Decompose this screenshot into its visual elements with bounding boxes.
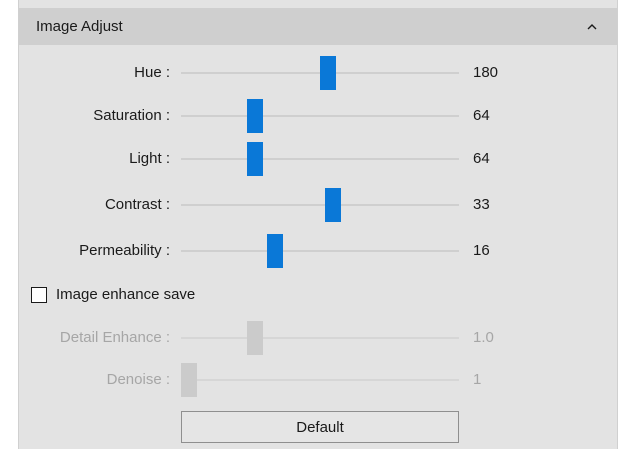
hue-label: Hue :: [134, 64, 170, 81]
detail-enhance-slider-thumb: [247, 321, 263, 355]
permeability-slider[interactable]: [181, 234, 459, 268]
denoise-value: 1: [473, 371, 482, 388]
contrast-slider-thumb[interactable]: [325, 188, 341, 222]
slider-row-contrast: Contrast : 33: [19, 188, 617, 222]
slider-row-denoise: Denoise : 1: [19, 363, 617, 397]
light-label: Light :: [129, 150, 170, 167]
panel-title: Image Adjust: [36, 18, 123, 35]
panel-header[interactable]: Image Adjust: [19, 8, 617, 45]
chevron-up-icon[interactable]: [585, 20, 599, 34]
saturation-slider-thumb[interactable]: [247, 99, 263, 133]
permeability-value: 16: [473, 242, 490, 259]
detail-enhance-label: Detail Enhance :: [59, 329, 170, 346]
saturation-label: Saturation :: [93, 107, 170, 124]
detail-enhance-value: 1.0: [473, 329, 494, 346]
image-enhance-save-label[interactable]: Image enhance save: [56, 286, 195, 303]
hue-slider-thumb[interactable]: [320, 56, 336, 90]
denoise-slider: [181, 363, 459, 397]
detail-enhance-slider: [181, 321, 459, 355]
light-slider-thumb[interactable]: [247, 142, 263, 176]
image-enhance-save-checkbox[interactable]: [31, 287, 47, 303]
denoise-label: Denoise :: [106, 371, 170, 388]
slider-row-light: Light : 64: [19, 142, 617, 176]
contrast-slider[interactable]: [181, 188, 459, 222]
slider-row-saturation: Saturation : 64: [19, 99, 617, 133]
light-slider[interactable]: [181, 142, 459, 176]
saturation-slider[interactable]: [181, 99, 459, 133]
saturation-value: 64: [473, 107, 490, 124]
denoise-slider-thumb: [181, 363, 197, 397]
slider-row-detail-enhance: Detail Enhance : 1.0: [19, 321, 617, 355]
hue-value: 180: [473, 64, 499, 81]
default-button[interactable]: Default: [181, 411, 459, 443]
permeability-label: Permeability :: [79, 242, 170, 259]
image-adjust-panel: Image Adjust Hue : 180 Saturation : 64 L…: [18, 0, 618, 449]
contrast-value: 33: [473, 196, 490, 213]
slider-row-hue: Hue : 180: [19, 56, 617, 90]
contrast-label: Contrast :: [104, 196, 170, 213]
permeability-slider-thumb[interactable]: [267, 234, 283, 268]
hue-slider[interactable]: [181, 56, 459, 90]
light-value: 64: [473, 150, 490, 167]
slider-row-permeability: Permeability : 16: [19, 234, 617, 268]
